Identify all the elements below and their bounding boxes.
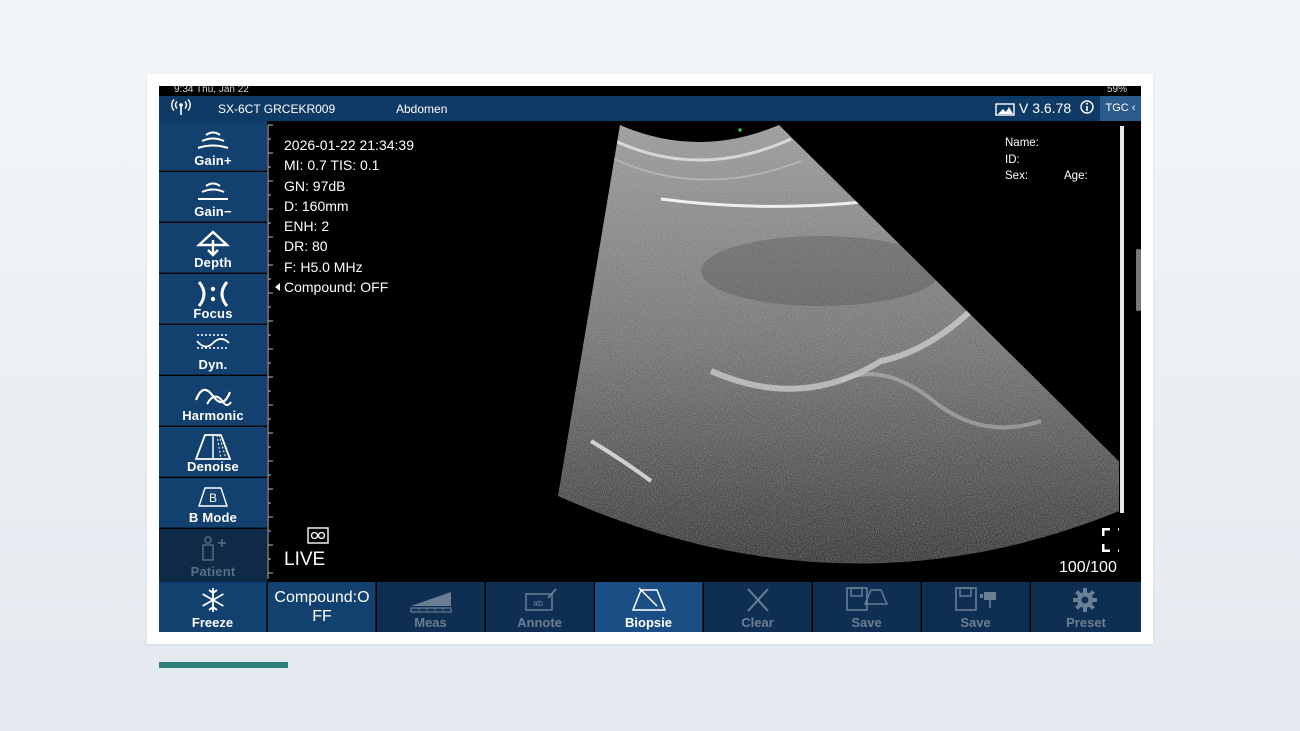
depth-readout: D: 160mm bbox=[284, 197, 349, 214]
live-indicator: LIVE bbox=[284, 549, 326, 570]
tgc-label: TGC bbox=[1105, 102, 1129, 114]
b-mode-label: B Mode bbox=[188, 510, 238, 525]
preset-button[interactable]: Preset bbox=[1031, 582, 1141, 632]
screenshot-icon[interactable] bbox=[995, 102, 1015, 116]
device-id: SX-6CT GRCEKR009 bbox=[218, 102, 336, 116]
gain-minus-icon bbox=[198, 182, 228, 200]
biopsy-needle-icon bbox=[631, 587, 667, 611]
compound-toggle-button[interactable]: Compound:OFF bbox=[268, 582, 376, 632]
patient-label: Patient bbox=[190, 564, 236, 579]
tgc-toggle-button[interactable]: TGC ‹ bbox=[1100, 96, 1141, 121]
edge-handle[interactable] bbox=[1136, 249, 1141, 311]
dynamic-range-readout: DR: 80 bbox=[284, 238, 328, 255]
measure-ruler-icon bbox=[410, 592, 452, 613]
harmonic-label: Harmonic bbox=[182, 408, 244, 423]
measure-label: Meas bbox=[414, 615, 447, 630]
save-image-icon bbox=[846, 587, 889, 611]
focus-icon bbox=[197, 281, 229, 307]
save-video-button[interactable]: Save bbox=[922, 582, 1030, 632]
gear-icon bbox=[1073, 588, 1097, 612]
ultrasound-screen: 9:34 Thu, Jan 22 59% SX-6CT GRCEKR009 Ab… bbox=[159, 86, 1141, 632]
enhance-readout: ENH: 2 bbox=[284, 218, 330, 235]
denoise-label: Denoise bbox=[187, 459, 239, 474]
preset-label: Preset bbox=[1066, 615, 1106, 630]
left-control-panel: Gain+ Gain− Depth Focus Dyn. Harmonic De… bbox=[159, 121, 267, 582]
tgc-slider-track[interactable] bbox=[1120, 126, 1124, 513]
software-version: V 3.6.78 bbox=[1019, 100, 1072, 116]
annotate-label: Annote bbox=[517, 615, 562, 630]
frequency-readout: F: H5.0 MHz bbox=[284, 258, 363, 275]
accent-bar bbox=[159, 662, 288, 668]
freeze-button[interactable]: Freeze bbox=[159, 582, 267, 632]
patient-sex-label: Sex: bbox=[1005, 170, 1029, 182]
imaging-parameters: 2026-01-22 21:34:39 MI: 0.7 TIS: 0.1 GN:… bbox=[284, 135, 414, 297]
depth-ruler bbox=[267, 124, 280, 579]
patient-id-label: ID: bbox=[1005, 153, 1020, 166]
bottom-toolbar: Freeze Compound:OFF Meas ab Annote Biops… bbox=[159, 582, 1141, 632]
focus-button[interactable]: Focus bbox=[159, 274, 267, 324]
save-image-label: Save bbox=[851, 615, 882, 630]
denoise-icon bbox=[194, 434, 232, 460]
svg-text:ab: ab bbox=[533, 598, 543, 608]
biopsy-label: Biopsie bbox=[625, 615, 672, 630]
save-video-label: Save bbox=[960, 615, 991, 630]
depth-label: Depth bbox=[194, 255, 232, 270]
biopsy-button[interactable]: Biopsie bbox=[595, 582, 703, 632]
depth-button[interactable]: Depth bbox=[159, 223, 267, 273]
app-header: SX-6CT GRCEKR009 Abdomen V 3.6.78 TGC ‹ bbox=[159, 96, 1141, 121]
denoise-button[interactable]: Denoise bbox=[159, 427, 267, 477]
tgc-rail bbox=[1119, 121, 1141, 582]
dynamic-range-button[interactable]: Dyn. bbox=[159, 325, 267, 375]
harmonic-button[interactable]: Harmonic bbox=[159, 376, 267, 426]
patient-age-label: Age: bbox=[1064, 170, 1088, 182]
compound-readout: Compound: OFF bbox=[284, 279, 389, 296]
gain-minus-label: Gain− bbox=[194, 204, 232, 219]
annotate-icon: ab bbox=[525, 588, 557, 611]
dynamic-range-icon bbox=[196, 334, 230, 349]
freeze-label: Freeze bbox=[191, 615, 234, 630]
clear-x-icon bbox=[747, 588, 769, 612]
harmonic-wave-icon bbox=[194, 388, 232, 406]
patient-button[interactable]: Patient bbox=[159, 529, 267, 582]
info-icon[interactable] bbox=[1080, 100, 1094, 114]
dynamic-range-label: Dyn. bbox=[198, 357, 228, 372]
gain-minus-button[interactable]: Gain− bbox=[159, 172, 267, 222]
focus-label: Focus bbox=[193, 306, 233, 321]
exam-preset[interactable]: Abdomen bbox=[396, 102, 447, 116]
save-video-icon bbox=[955, 587, 996, 611]
b-mode-button[interactable]: B B Mode bbox=[159, 478, 267, 528]
cine-loop-icon[interactable] bbox=[307, 527, 329, 544]
compound-toggle-label: Compound:OFF bbox=[274, 589, 370, 625]
exam-datetime: 2026-01-22 21:34:39 bbox=[284, 137, 414, 153]
patient-name-label: Name: bbox=[1005, 137, 1039, 149]
chevron-left-icon: ‹ bbox=[1131, 102, 1136, 114]
depth-icon bbox=[195, 230, 231, 257]
wireless-signal-icon bbox=[171, 99, 191, 115]
mi-tis-readout: MI: 0.7 TIS: 0.1 bbox=[284, 157, 380, 174]
snowflake-icon bbox=[202, 588, 224, 612]
gain-plus-icon bbox=[197, 131, 229, 149]
gain-plus-button[interactable]: Gain+ bbox=[159, 121, 267, 171]
status-time-date: 9:34 Thu, Jan 22 bbox=[174, 86, 249, 95]
save-image-button[interactable]: Save bbox=[813, 582, 921, 632]
annotate-button[interactable]: ab Annote bbox=[486, 582, 594, 632]
gain-readout: GN: 97dB bbox=[284, 177, 346, 194]
frame-counter: 100/100 bbox=[1059, 559, 1117, 576]
focus-marker-icon bbox=[275, 283, 280, 291]
status-battery: 59% bbox=[1106, 86, 1127, 95]
patient-icon bbox=[202, 536, 226, 561]
measure-button[interactable]: Meas bbox=[377, 582, 485, 632]
clear-label: Clear bbox=[741, 615, 774, 630]
svg-text:B: B bbox=[209, 491, 217, 505]
gain-plus-label: Gain+ bbox=[194, 153, 232, 168]
system-status-bar: 9:34 Thu, Jan 22 59% bbox=[159, 86, 1141, 96]
b-mode-icon: B bbox=[198, 487, 228, 507]
ultrasound-image-area[interactable]: 2026-01-22 21:34:39 MI: 0.7 TIS: 0.1 GN:… bbox=[281, 121, 1126, 582]
patient-info: Name: ID: Sex: Age: bbox=[1005, 135, 1088, 185]
clear-button[interactable]: Clear bbox=[704, 582, 812, 632]
